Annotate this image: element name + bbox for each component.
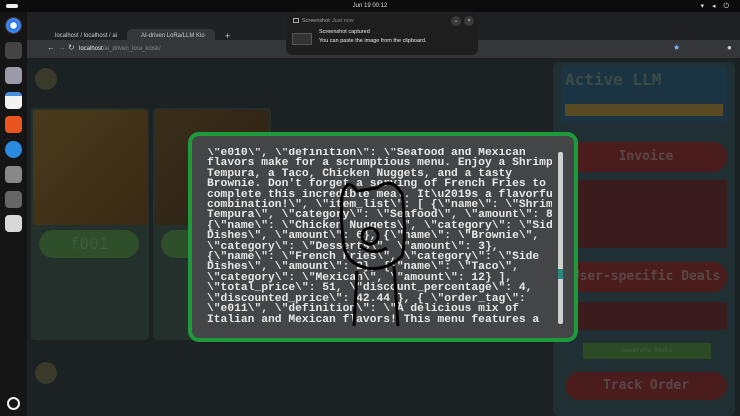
tab-label: AI-driven LoRa/LLM Kio bbox=[141, 33, 205, 39]
notification-title: Screenshot captured bbox=[319, 29, 370, 35]
section-logo bbox=[35, 362, 57, 384]
reload-icon[interactable]: ↻ bbox=[68, 43, 75, 52]
scrollbar[interactable] bbox=[558, 152, 563, 324]
user-deals-button[interactable]: User-specific Deals bbox=[565, 262, 727, 292]
close-icon[interactable]: × bbox=[464, 16, 474, 26]
generate-deals-button[interactable]: Generate Deals bbox=[583, 343, 711, 359]
scrollbar-thumb[interactable] bbox=[558, 268, 563, 279]
profile-icon[interactable]: ● bbox=[727, 43, 732, 52]
clock[interactable]: Jun 19 00:12 bbox=[0, 3, 740, 9]
files-icon[interactable] bbox=[5, 67, 22, 84]
track-order-button[interactable]: Track Order bbox=[565, 372, 727, 400]
system-top-bar: Jun 19 00:12 ▾ ◂ ⏻ bbox=[0, 0, 740, 12]
forward-icon[interactable]: → bbox=[58, 43, 66, 52]
invoice-button[interactable]: Invoice bbox=[565, 142, 727, 172]
right-panel: Active LLM Invoice User-specific Deals G… bbox=[553, 62, 735, 416]
settings-icon[interactable] bbox=[5, 166, 22, 183]
notification-body: You can paste the image from the clipboa… bbox=[319, 38, 427, 44]
trash-icon[interactable] bbox=[5, 215, 22, 232]
url-host: localhost bbox=[79, 46, 103, 52]
url-path: /ai_driven_lora_kiosk/ bbox=[102, 46, 161, 52]
chrome-icon[interactable] bbox=[5, 17, 22, 34]
deals-table bbox=[565, 302, 727, 330]
tab-label: localhost / localhost / ai bbox=[55, 33, 118, 39]
menu-card[interactable]: f001 bbox=[31, 108, 149, 340]
help-icon[interactable] bbox=[5, 141, 22, 158]
order-tag-button[interactable]: f001 bbox=[39, 230, 139, 258]
screenshot-icon bbox=[293, 18, 299, 23]
notification-app: Screenshot bbox=[302, 18, 330, 24]
active-llm-value-bar bbox=[565, 104, 723, 116]
menu-json-modal: \"e010\", \"definition\": \"Seafood and … bbox=[188, 132, 578, 342]
drive-icon[interactable] bbox=[5, 191, 22, 208]
show-apps-icon[interactable] bbox=[7, 397, 20, 410]
food-image bbox=[33, 110, 147, 225]
bookmark-star-icon[interactable]: ★ bbox=[673, 43, 680, 52]
active-llm-title: Active LLM bbox=[565, 70, 662, 89]
system-tray[interactable]: ▾ ◂ ⏻ bbox=[701, 2, 732, 11]
dock bbox=[0, 12, 27, 416]
text-editor-icon[interactable] bbox=[5, 92, 22, 109]
active-llm-box: Active LLM bbox=[561, 66, 727, 122]
expand-icon[interactable]: ⌄ bbox=[451, 16, 461, 26]
terminal-icon[interactable] bbox=[5, 42, 22, 59]
screenshot-notification[interactable]: Screenshot Just now ⌄ × Screenshot captu… bbox=[286, 14, 478, 55]
invoice-table bbox=[565, 180, 727, 248]
back-icon[interactable]: ← bbox=[47, 43, 55, 52]
header-logo bbox=[35, 68, 57, 90]
cat-doodle-watermark bbox=[339, 181, 406, 326]
app-center-icon[interactable] bbox=[5, 116, 22, 133]
notification-time: Just now bbox=[332, 18, 354, 24]
thumbnail bbox=[292, 33, 312, 45]
url-field[interactable]: localhost/ai_driven_lora_kiosk/ bbox=[79, 44, 161, 54]
